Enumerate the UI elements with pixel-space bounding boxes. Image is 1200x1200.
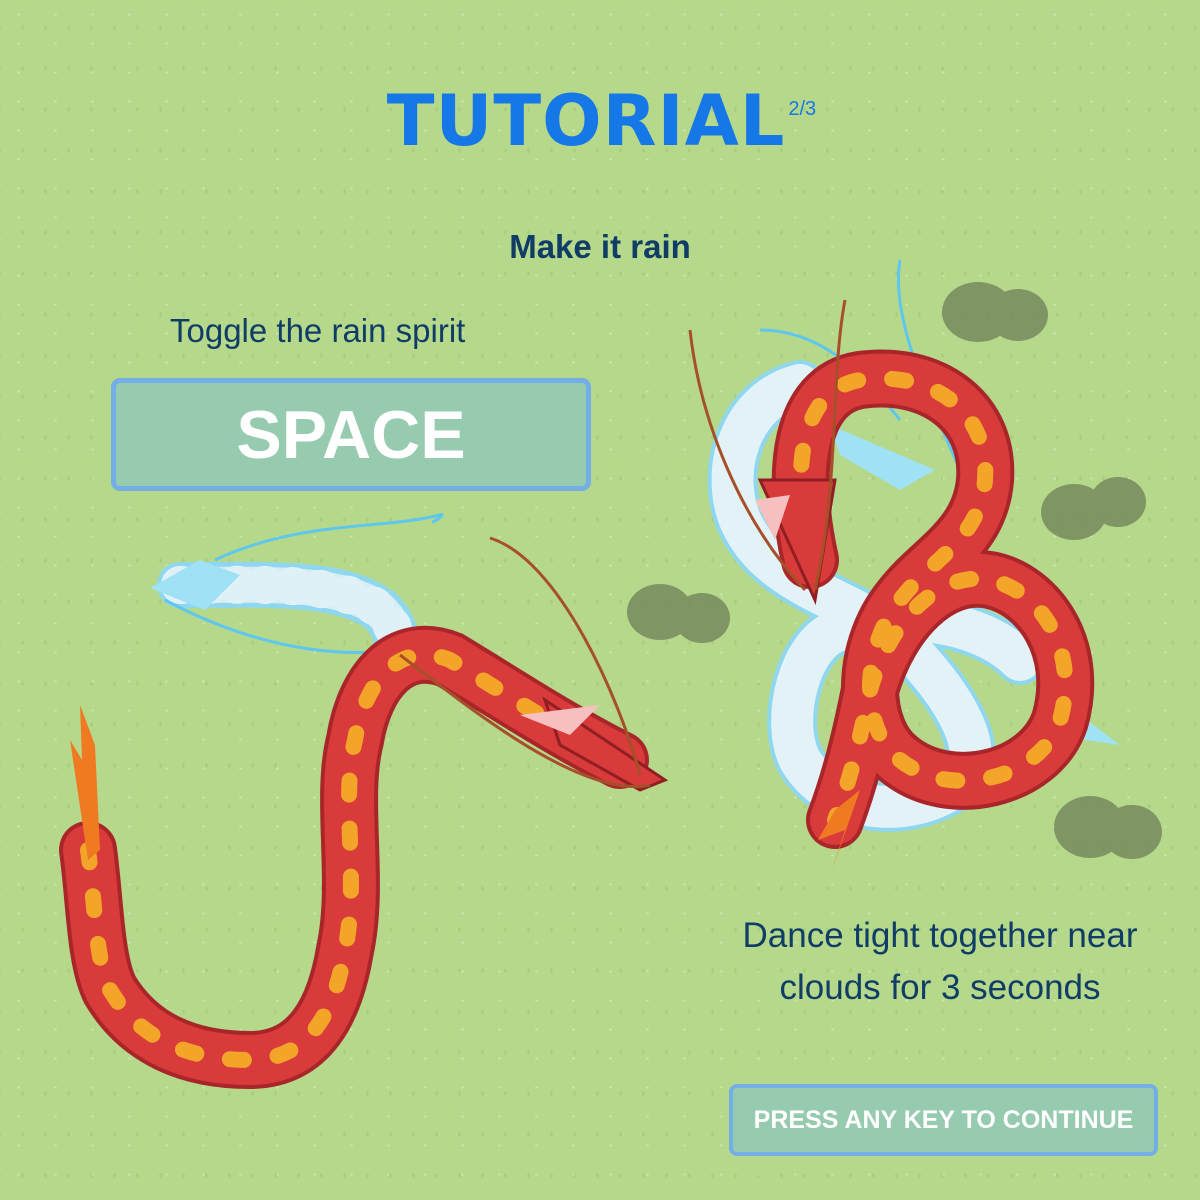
tutorial-screen: TUTORIAL 2/3 Make it rain Toggle the rain… [0,0,1200,1200]
space-key-prompt: SPACE [111,378,591,491]
game-art [59,259,1162,1090]
step-subtitle: Make it rain [509,228,691,265]
goal-hint-line-1: Dance tight together near [742,916,1138,955]
space-key-label: SPACE [236,396,466,473]
page-indicator: 2/3 [788,98,817,120]
cloud-2 [1041,477,1146,540]
goal-hint: Dance tight together near clouds for 3 s… [700,910,1180,1014]
title-text: TUTORIAL [386,80,786,162]
goal-hint-line-2: clouds for 3 seconds [779,968,1101,1007]
cloud-1 [942,282,1048,342]
continue-button[interactable]: PRESS ANY KEY TO CONTINUE [729,1084,1158,1156]
cloud-3 [627,584,730,643]
tutorial-title: TUTORIAL 2/3 [0,80,1200,162]
toggle-hint: Toggle the rain spirit [170,312,466,349]
cloud-4 [1054,796,1162,859]
